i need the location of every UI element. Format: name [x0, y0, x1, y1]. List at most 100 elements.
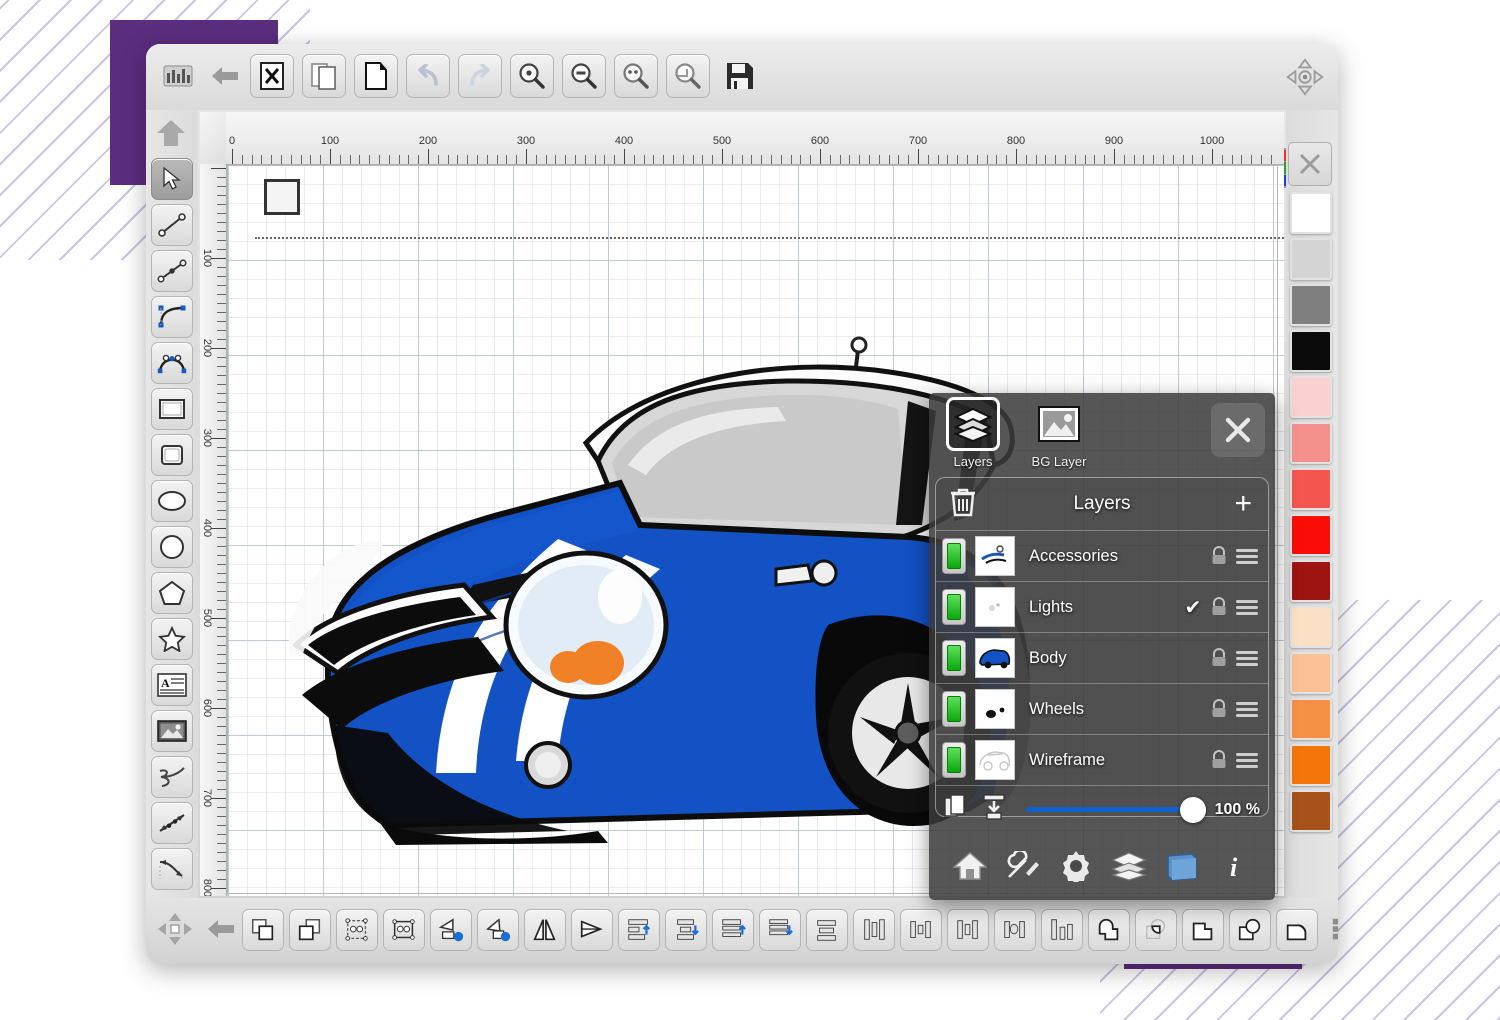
- move-pad-icon[interactable]: [154, 908, 196, 950]
- color-swatch-cream[interactable]: [1290, 606, 1332, 648]
- layer-row[interactable]: Wheels: [936, 683, 1268, 734]
- bring-to-front-icon[interactable]: [242, 909, 284, 951]
- union-icon[interactable]: [1088, 909, 1130, 951]
- layer-row[interactable]: Body: [936, 632, 1268, 683]
- arc-tool[interactable]: [151, 296, 193, 338]
- close-icon[interactable]: [1211, 403, 1265, 457]
- freehand-tool[interactable]: [151, 756, 193, 798]
- layer-drag-handle[interactable]: [1232, 650, 1262, 666]
- align-justify-icon[interactable]: [759, 909, 801, 951]
- zoom-in-icon[interactable]: [510, 54, 554, 98]
- undo-icon[interactable]: [406, 54, 450, 98]
- tools-icon[interactable]: [1003, 846, 1043, 886]
- color-swatch-light-gray[interactable]: [1290, 238, 1332, 280]
- redo-icon[interactable]: [458, 54, 502, 98]
- color-swatch-white[interactable]: [1290, 192, 1332, 234]
- no-color-swatch[interactable]: [1288, 142, 1332, 186]
- layers-icon[interactable]: [1109, 846, 1149, 886]
- color-swatch-salmon-red[interactable]: [1290, 468, 1332, 510]
- align-right-icon[interactable]: [712, 909, 754, 951]
- group-icon[interactable]: [336, 909, 378, 951]
- rotate-right-icon[interactable]: [477, 909, 519, 951]
- bezier-tool[interactable]: [151, 342, 193, 384]
- flip-vertical-icon[interactable]: [571, 909, 613, 951]
- star-tool[interactable]: [151, 618, 193, 660]
- copy-document-icon[interactable]: [302, 54, 346, 98]
- scroll-up-arrow-left[interactable]: [154, 118, 188, 153]
- align-bottom-icon[interactable]: [900, 909, 942, 951]
- opacity-slider[interactable]: [1026, 796, 1206, 823]
- duplicate-layer-icon[interactable]: [944, 794, 970, 825]
- line-tool[interactable]: [151, 204, 193, 246]
- rectangle-tool[interactable]: [151, 388, 193, 430]
- color-swatch-orange[interactable]: [1290, 744, 1332, 786]
- circle-tool[interactable]: [151, 526, 193, 568]
- layer-visibility-toggle[interactable]: [942, 640, 966, 676]
- color-swatch-light-orange[interactable]: [1290, 698, 1332, 740]
- dimension-tool[interactable]: [151, 802, 193, 844]
- layer-visibility-toggle[interactable]: [942, 589, 966, 625]
- color-swatch-dark-red[interactable]: [1290, 560, 1332, 602]
- layer-drag-handle[interactable]: [1232, 752, 1262, 768]
- pan-navigate-control[interactable]: [1282, 54, 1328, 100]
- back-arrow-icon-bottom[interactable]: [200, 908, 242, 950]
- swatch-book-icon[interactable]: [1162, 846, 1202, 886]
- layers-panel[interactable]: Layers BG Layer Layers + Accessories Lig…: [929, 393, 1275, 900]
- grid-icon[interactable]: [1323, 909, 1338, 951]
- color-swatch-peach[interactable]: [1290, 652, 1332, 694]
- subtract-icon[interactable]: [1182, 909, 1224, 951]
- distribute-spacing-icon[interactable]: [1041, 909, 1083, 951]
- rotate-left-icon[interactable]: [430, 909, 472, 951]
- close-document-icon[interactable]: [250, 54, 294, 98]
- flip-horizontal-icon[interactable]: [524, 909, 566, 951]
- zoom-fit-icon[interactable]: [666, 54, 710, 98]
- ellipse-tool[interactable]: [151, 480, 193, 522]
- add-layer-button[interactable]: +: [1234, 489, 1252, 519]
- exclude-icon[interactable]: [1229, 909, 1271, 951]
- layer-row[interactable]: Accessories: [936, 530, 1268, 581]
- zoom-out-icon[interactable]: [562, 54, 606, 98]
- home-icon[interactable]: [950, 846, 990, 886]
- align-middle-icon[interactable]: [853, 909, 895, 951]
- align-top-icon[interactable]: [806, 909, 848, 951]
- settings-gear-icon[interactable]: [1056, 846, 1096, 886]
- image-tool[interactable]: [151, 710, 193, 752]
- layer-row[interactable]: Lights ✔: [936, 581, 1268, 632]
- intersect-icon[interactable]: [1135, 909, 1177, 951]
- distribute-horizontal-icon[interactable]: [947, 909, 989, 951]
- back-arrow-icon[interactable]: [208, 54, 242, 98]
- layer-drag-handle[interactable]: [1232, 701, 1262, 717]
- divide-icon[interactable]: [1276, 909, 1318, 951]
- opacity-slider-knob[interactable]: [1180, 796, 1206, 823]
- zoom-actual-icon[interactable]: [614, 54, 658, 98]
- polyline-tool[interactable]: [151, 250, 193, 292]
- text-tool[interactable]: A: [151, 664, 193, 706]
- bg-layer-tab[interactable]: BG Layer: [1023, 397, 1095, 469]
- color-swatch-brown[interactable]: [1290, 790, 1332, 832]
- layer-row[interactable]: Wireframe: [936, 734, 1268, 785]
- rounded-rectangle-tool[interactable]: [151, 434, 193, 476]
- save-icon[interactable]: [718, 54, 762, 98]
- color-swatch-gray[interactable]: [1290, 284, 1332, 326]
- lock-icon[interactable]: [1206, 546, 1232, 566]
- layer-visibility-toggle[interactable]: [942, 691, 966, 727]
- lock-icon[interactable]: [1206, 699, 1232, 719]
- color-swatch-red[interactable]: [1290, 514, 1332, 556]
- layers-tab[interactable]: Layers: [937, 397, 1009, 469]
- align-left-icon[interactable]: [618, 909, 660, 951]
- layer-drag-handle[interactable]: [1232, 548, 1262, 564]
- polygon-tool[interactable]: [151, 572, 193, 614]
- origin-handle[interactable]: [264, 179, 300, 215]
- color-swatch-black[interactable]: [1290, 330, 1332, 372]
- lock-icon[interactable]: [1206, 597, 1232, 617]
- ungroup-icon[interactable]: [383, 909, 425, 951]
- select-tool[interactable]: [151, 158, 193, 200]
- curved-dimension-tool[interactable]: [151, 848, 193, 890]
- lock-icon[interactable]: [1206, 648, 1232, 668]
- distribute-vertical-icon[interactable]: [994, 909, 1036, 951]
- color-swatch-pale-pink[interactable]: [1290, 376, 1332, 418]
- align-center-vertical-icon[interactable]: [665, 909, 707, 951]
- new-document-icon[interactable]: [354, 54, 398, 98]
- layer-visibility-toggle[interactable]: [942, 742, 966, 778]
- layer-drag-handle[interactable]: [1232, 599, 1262, 615]
